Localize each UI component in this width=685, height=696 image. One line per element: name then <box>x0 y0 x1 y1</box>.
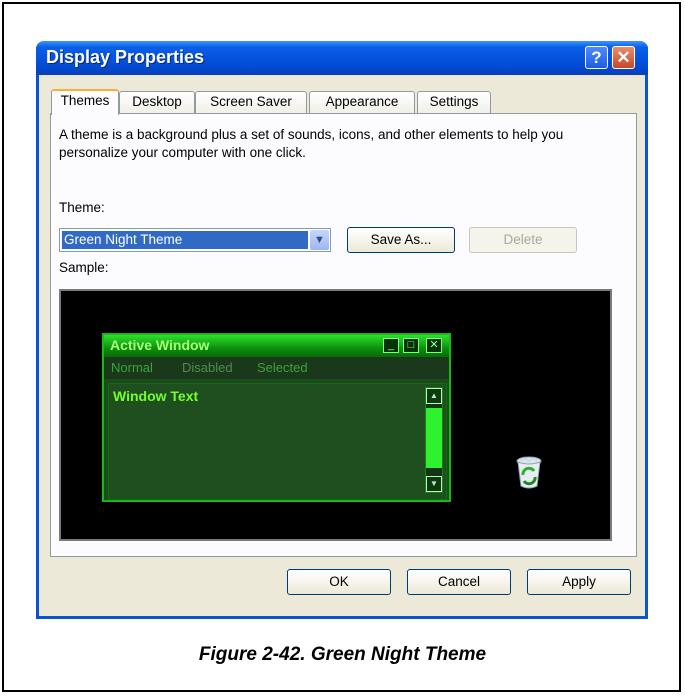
sample-menu-selected: Selected <box>257 360 308 375</box>
sample-menu-bar: Normal Disabled Selected <box>104 357 449 379</box>
window-title: Display Properties <box>46 47 205 67</box>
minimize-icon: _ <box>383 338 399 353</box>
display-properties-window: Display Properties ? ✕ Themes Desktop Sc… <box>36 41 648 619</box>
sample-title-bar: Active Window _ □ ✕ <box>104 335 449 357</box>
ok-button[interactable]: OK <box>287 569 391 595</box>
tab-settings[interactable]: Settings <box>417 91 491 113</box>
apply-button[interactable]: Apply <box>527 569 631 595</box>
scroll-down-icon: ▼ <box>426 476 442 492</box>
recycle-bin-icon <box>516 456 542 489</box>
theme-sample-preview: Active Window _ □ ✕ Normal Disabled Sele… <box>59 289 612 541</box>
sample-active-window: Active Window _ □ ✕ Normal Disabled Sele… <box>102 333 451 502</box>
sample-client-area: Window Text ▲ ▼ <box>108 383 447 500</box>
sample-scrollbar: ▲ ▼ <box>425 387 443 493</box>
chevron-down-icon[interactable]: ▼ <box>310 230 329 250</box>
tab-themes[interactable]: Themes <box>51 89 119 115</box>
close-button[interactable]: ✕ <box>612 46 635 69</box>
scroll-up-icon: ▲ <box>426 388 442 404</box>
scroll-thumb <box>426 408 442 468</box>
close-icon: ✕ <box>426 338 442 353</box>
tab-screen-saver[interactable]: Screen Saver <box>195 91 307 113</box>
theme-label: Theme: <box>59 200 105 215</box>
save-as-button[interactable]: Save As... <box>347 227 455 253</box>
sample-window-text: Window Text <box>113 388 199 404</box>
theme-description: A theme is a background plus a set of so… <box>59 127 564 160</box>
tab-desktop[interactable]: Desktop <box>119 91 195 113</box>
sample-label: Sample: <box>59 260 109 275</box>
sample-title: Active Window <box>110 337 210 353</box>
title-bar[interactable]: Display Properties ? ✕ <box>36 41 648 75</box>
help-button[interactable]: ? <box>585 46 608 69</box>
delete-button[interactable]: Delete <box>469 227 577 253</box>
figure-caption: Figure 2-42. Green Night Theme <box>198 644 487 665</box>
theme-dropdown[interactable]: Green Night Theme ▼ <box>59 228 331 252</box>
theme-dropdown-value: Green Night Theme <box>62 231 308 249</box>
tab-appearance[interactable]: Appearance <box>309 91 415 113</box>
maximize-icon: □ <box>403 338 419 353</box>
sample-menu-normal: Normal <box>111 360 153 375</box>
sample-menu-disabled: Disabled <box>182 360 233 375</box>
cancel-button[interactable]: Cancel <box>407 569 511 595</box>
themes-panel: A theme is a background plus a set of so… <box>50 113 637 557</box>
